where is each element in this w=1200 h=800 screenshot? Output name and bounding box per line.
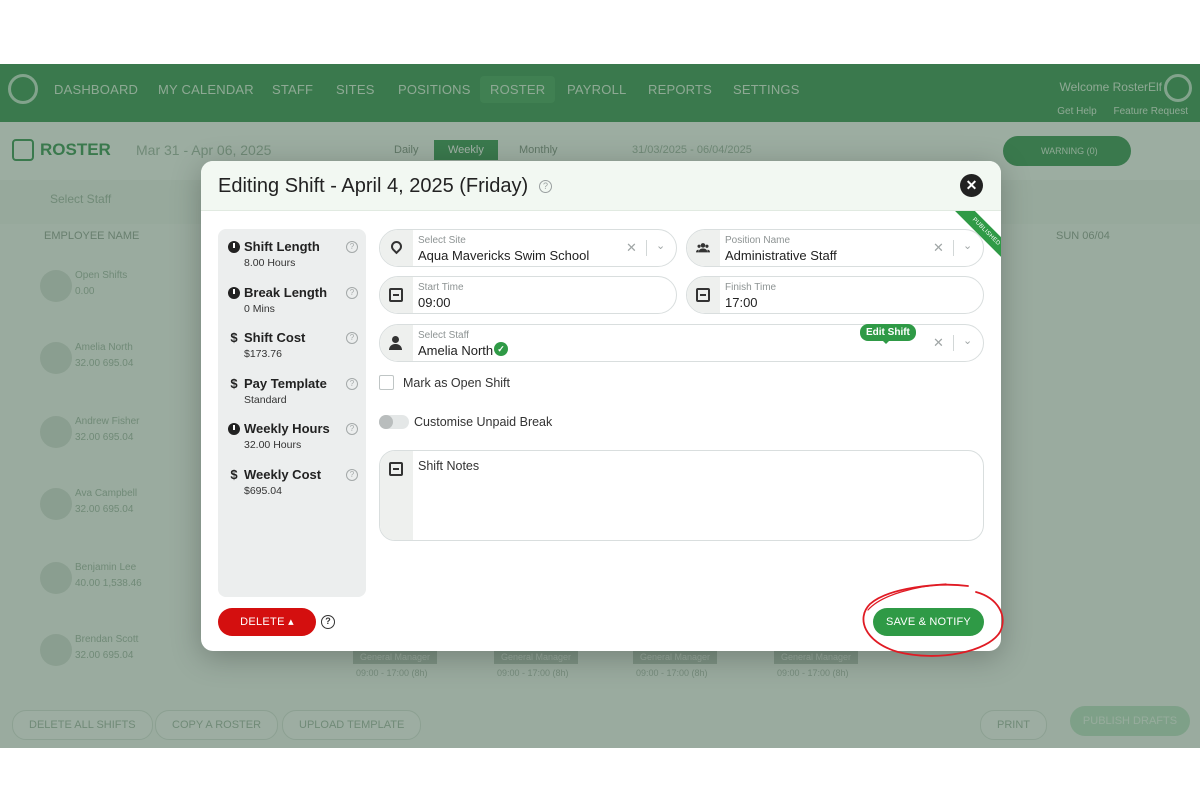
chevron-down-icon[interactable]: ⌄ <box>656 239 665 252</box>
summary-label: Break Length <box>244 285 328 300</box>
start-time-label: Start Time <box>418 282 464 293</box>
clock-icon <box>228 286 240 299</box>
summary-label: Shift Cost <box>244 330 306 345</box>
site-label: Select Site <box>418 235 466 246</box>
clear-icon[interactable]: ✕ <box>626 240 637 256</box>
delete-button[interactable]: DELETE ▴ <box>218 608 316 636</box>
position-label: Position Name <box>725 235 791 246</box>
site-select[interactable]: Select Site Aqua Mavericks Swim School ✕… <box>379 229 677 267</box>
unpaid-break-label: Customise Unpaid Break <box>414 415 553 429</box>
close-icon: ✕ <box>965 177 978 193</box>
caret-up-icon: ▴ <box>288 616 294 628</box>
summary-label: Pay Template <box>244 376 327 391</box>
site-value: Aqua Mavericks Swim School <box>418 248 590 263</box>
summary-pay-template: $ Pay Template Standard ? <box>228 376 358 406</box>
summary-weekly-cost: $ Weekly Cost $695.04 ? <box>228 467 358 497</box>
summary-shift-length: Shift Length 8.00 Hours ? <box>228 239 358 269</box>
modal-title: Editing Shift - April 4, 2025 (Friday) <box>218 175 529 197</box>
edit-shift-modal: Editing Shift - April 4, 2025 (Friday) ?… <box>201 161 1001 651</box>
clock-icon <box>228 240 240 253</box>
chevron-down-icon[interactable]: ⌄ <box>963 334 972 347</box>
help-icon[interactable]: ? <box>346 241 358 253</box>
shift-notes-placeholder: Shift Notes <box>418 459 480 473</box>
open-shift-checkbox[interactable] <box>379 375 394 390</box>
finish-time-value: 17:00 <box>725 295 758 310</box>
dollar-icon: $ <box>230 466 238 482</box>
unpaid-break-toggle[interactable] <box>379 415 409 429</box>
summary-value: Standard <box>244 394 287 406</box>
dollar-icon: $ <box>230 329 238 345</box>
staff-label: Select Staff <box>418 330 469 341</box>
shift-notes-field[interactable]: Shift Notes <box>379 450 984 541</box>
verified-check-icon: ✓ <box>494 342 508 356</box>
summary-break-length: Break Length 0 Mins ? <box>228 285 358 315</box>
help-icon[interactable]: ? <box>539 180 552 193</box>
summary-value: 0 Mins <box>244 303 275 315</box>
calendar-icon <box>696 288 710 302</box>
summary-label: Weekly Hours <box>244 421 330 436</box>
help-icon[interactable]: ? <box>346 287 358 299</box>
position-select[interactable]: Position Name Administrative Staff ✕ ⌄ <box>686 229 984 267</box>
summary-weekly-hours: Weekly Hours 32.00 Hours ? <box>228 421 358 451</box>
notes-icon <box>389 462 403 476</box>
annotation-circle-icon <box>862 583 1004 657</box>
calendar-icon <box>389 288 403 302</box>
summary-value: $173.76 <box>244 348 282 360</box>
group-icon <box>696 243 710 253</box>
edit-shift-tooltip[interactable]: Edit Shift <box>860 324 916 344</box>
summary-value: 8.00 Hours <box>244 257 296 269</box>
start-time-value: 09:00 <box>418 295 451 310</box>
clock-icon <box>228 422 240 435</box>
help-icon[interactable]: ? <box>346 378 358 390</box>
shift-summary-panel: Shift Length 8.00 Hours ? Break Length 0… <box>218 229 366 597</box>
summary-label: Weekly Cost <box>244 467 322 482</box>
clear-icon[interactable]: ✕ <box>933 335 944 351</box>
help-icon[interactable]: ? <box>346 469 358 481</box>
modal-header: Editing Shift - April 4, 2025 (Friday) ?… <box>201 161 1001 211</box>
open-shift-label: Mark as Open Shift <box>403 376 510 390</box>
clear-icon[interactable]: ✕ <box>933 240 944 256</box>
dollar-icon: $ <box>230 375 238 391</box>
person-icon <box>389 336 403 350</box>
delete-label: DELETE <box>240 616 285 628</box>
summary-value: 32.00 Hours <box>244 439 302 451</box>
help-icon[interactable]: ? <box>346 332 358 344</box>
staff-value: Amelia North <box>418 343 494 358</box>
help-icon[interactable]: ? <box>321 615 335 629</box>
help-icon[interactable]: ? <box>346 423 358 435</box>
close-button[interactable]: ✕ <box>960 174 983 197</box>
chevron-down-icon[interactable]: ⌄ <box>963 239 972 252</box>
finish-time-field[interactable]: Finish Time 17:00 <box>686 276 984 314</box>
summary-label: Shift Length <box>244 239 320 254</box>
finish-time-label: Finish Time <box>725 282 777 293</box>
start-time-field[interactable]: Start Time 09:00 <box>379 276 677 314</box>
position-value: Administrative Staff <box>725 248 837 263</box>
summary-value: $695.04 <box>244 485 282 497</box>
summary-shift-cost: $ Shift Cost $173.76 ? <box>228 330 358 360</box>
